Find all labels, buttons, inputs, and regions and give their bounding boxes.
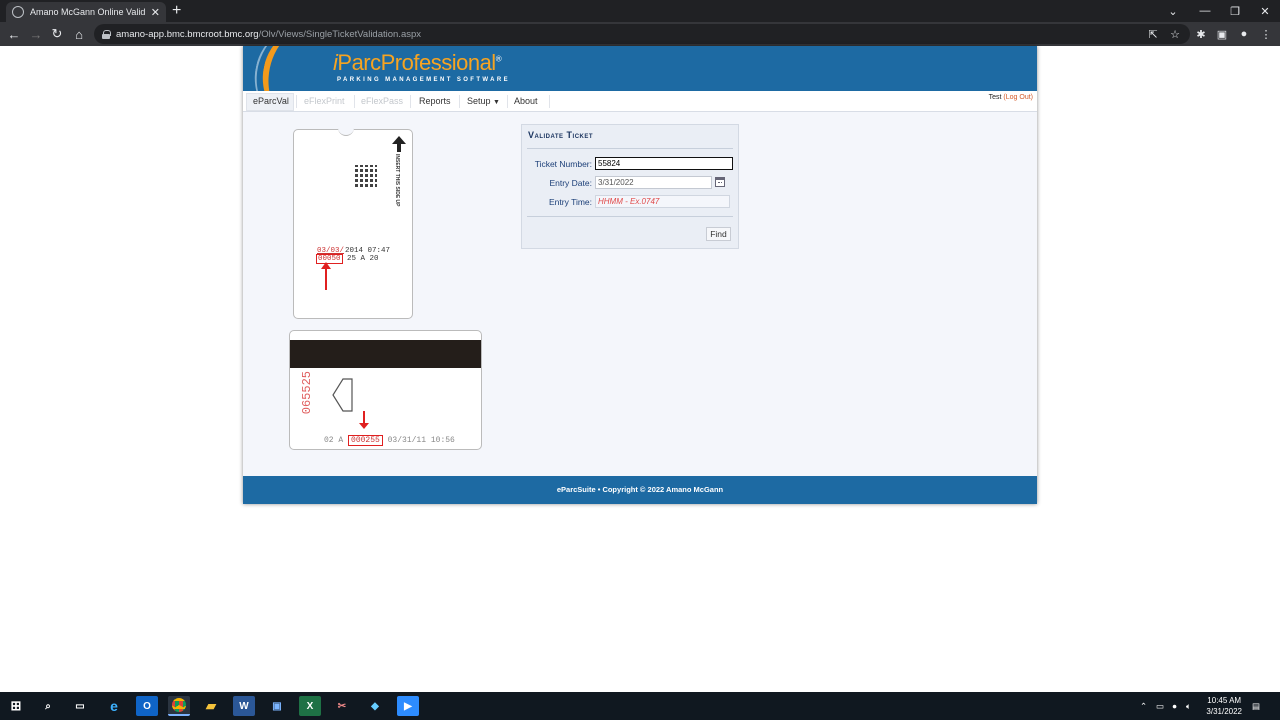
browser-toolbar: ← → ↻ ⌂ amano-app.bmc.bmcroot.bmc.org/Ol… — [0, 22, 1280, 46]
globe-icon — [12, 6, 24, 18]
menu-item-setup[interactable]: Setup ▼ — [467, 96, 500, 106]
logout-link[interactable]: (Log Out) — [1003, 94, 1033, 101]
edge-icon[interactable]: e — [103, 696, 125, 716]
ticket-serial: 065525 — [300, 371, 314, 415]
show-hidden-icons-icon[interactable]: ⌃ — [1140, 692, 1147, 720]
bookmark-star-icon[interactable]: ☆ — [1167, 26, 1183, 42]
search-icon[interactable]: ⌕ — [37, 696, 59, 716]
logo-subtitle: PARKING MANAGEMENT SOFTWARE — [337, 77, 511, 83]
insert-instruction: INSERT THIS SIDE UP — [394, 154, 400, 207]
arrow-up-icon — [392, 136, 406, 144]
ticket-back-image: 065525 02 A 000255 03/31/11 10:56 — [289, 330, 482, 450]
notifications-icon[interactable]: ▤ — [1252, 692, 1260, 720]
back-icon[interactable]: ← — [5, 25, 23, 43]
tab-close-icon[interactable]: ✕ — [151, 6, 160, 19]
menu-divider — [410, 95, 411, 108]
entry-time-label: Entry Time: — [549, 197, 592, 207]
menu-item-eparcval[interactable]: eParcVal — [253, 96, 289, 106]
entry-date-input[interactable]: 3/31/2022 — [595, 176, 712, 189]
find-button[interactable]: Find — [706, 227, 731, 241]
extensions-icon[interactable]: ✱ — [1193, 26, 1209, 42]
menu-divider — [354, 95, 355, 108]
entry-time-input[interactable]: HHMM - Ex.0747 — [595, 195, 730, 208]
outlook-icon[interactable]: O — [136, 696, 158, 716]
snipping-tool-icon[interactable]: ✂ — [331, 696, 353, 716]
menu-divider — [549, 95, 550, 108]
panel-divider — [527, 148, 733, 149]
new-tab-button[interactable]: + — [172, 2, 181, 20]
ticket-front-image: INSERT THIS SIDE UP 03/03/2014 07:47 000… — [293, 128, 413, 319]
excel-icon[interactable]: X — [299, 696, 321, 716]
menu-divider — [296, 95, 297, 108]
entry-date-label: Entry Date: — [549, 178, 592, 188]
validate-ticket-panel: Validate Ticket Ticket Number: 55824 Ent… — [521, 124, 739, 249]
side-panel-icon[interactable]: ▣ — [1214, 26, 1230, 42]
network-icon[interactable]: ▭ — [1156, 692, 1164, 720]
url-text: amano-app.bmc.bmcroot.bmc.org/Olv/Views/… — [116, 28, 422, 40]
menu-divider — [507, 95, 508, 108]
lock-icon — [102, 29, 111, 39]
chrome-icon[interactable] — [168, 696, 190, 716]
browser-tab[interactable]: Amano McGann Online Validatio ✕ — [6, 2, 166, 22]
red-arrow-up-icon — [321, 262, 331, 290]
restore-button[interactable]: ❐ — [1220, 0, 1250, 22]
menu-item-eflexprint: eFlexPrint — [304, 96, 345, 106]
ticket-number-label: Ticket Number: — [534, 159, 592, 169]
menu-item-about[interactable]: About — [514, 96, 538, 106]
task-view-icon[interactable]: ▭ — [69, 696, 91, 716]
user-info: Test (Log Out) — [989, 94, 1033, 101]
red-arrow-down-icon — [359, 411, 369, 429]
share-icon[interactable]: ⇱ — [1145, 26, 1161, 42]
panel-title: Validate Ticket — [528, 130, 594, 140]
windows-start-icon[interactable]: ⊞ — [5, 696, 27, 716]
calendar-icon[interactable] — [715, 177, 725, 187]
ticket-notch — [338, 128, 354, 136]
ticket-number-input[interactable]: 55824 — [595, 157, 733, 170]
tab-title: Amano McGann Online Validatio — [30, 7, 145, 17]
page-viewport: iParcProfessional® PARKING MANAGEMENT SO… — [0, 46, 1280, 692]
menu-divider — [459, 95, 460, 108]
magnetic-stripe — [290, 340, 481, 368]
minimize-button[interactable]: — — [1190, 0, 1220, 22]
volume-icon[interactable]: 🔈︎ — [1186, 692, 1191, 720]
profile-icon[interactable]: ● — [1236, 26, 1252, 42]
browser-tab-strip: Amano McGann Online Validatio ✕ + ⌄ — ❐ … — [0, 0, 1280, 22]
home-icon[interactable]: ⌂ — [70, 25, 88, 43]
insert-arrow-icon — [332, 378, 353, 412]
tab-search-icon[interactable]: ⌄ — [1158, 0, 1188, 22]
reload-icon[interactable]: ↻ — [48, 25, 66, 43]
panel-divider — [527, 216, 733, 217]
arrow-up-stem — [397, 144, 401, 152]
menu-icon[interactable]: ⋮ — [1258, 26, 1274, 42]
file-explorer-icon[interactable]: ▰ — [200, 696, 222, 716]
qr-code-pattern — [355, 165, 377, 187]
chevron-down-icon: ▼ — [493, 99, 500, 106]
app-logo: iParcProfessional® — [333, 50, 502, 75]
username: Test — [988, 94, 1002, 101]
app-footer: eParcSuite • Copyright © 2022 Amano McGa… — [243, 476, 1037, 504]
clock-date: 3/31/2022 — [1206, 707, 1242, 716]
remote-desktop-icon[interactable]: ▣ — [266, 696, 288, 716]
zoom-icon[interactable]: ▶ — [397, 696, 419, 716]
close-window-button[interactable]: ✕ — [1250, 0, 1280, 22]
menu-item-reports[interactable]: Reports — [419, 96, 451, 106]
clock-time: 10:45 AM — [1207, 696, 1242, 705]
microphone-icon[interactable]: ● — [1172, 692, 1177, 720]
address-bar[interactable]: amano-app.bmc.bmcroot.bmc.org/Olv/Views/… — [94, 24, 1190, 44]
app-diamond-icon[interactable]: ◆ — [364, 696, 386, 716]
windows-taskbar: ⊞ ⌕ ▭ e O ▰ W ▣ X ✂ ◆ ▶ ⌃ ▭ ● 🔈︎ 10:45 A… — [0, 692, 1280, 720]
menu-item-eflexpass: eFlexPass — [361, 96, 404, 106]
ticket-bottom-line: 02 A 000255 03/31/11 10:56 — [324, 435, 455, 446]
app-banner: iParcProfessional® PARKING MANAGEMENT SO… — [243, 46, 1037, 91]
iparc-app: iParcProfessional® PARKING MANAGEMENT SO… — [243, 46, 1037, 504]
system-clock[interactable]: 10:45 AM 3/31/2022 — [1206, 695, 1242, 717]
forward-icon[interactable]: → — [27, 25, 45, 43]
word-icon[interactable]: W — [233, 696, 255, 716]
main-menu: eParcVal eFlexPrint eFlexPass Reports Se… — [243, 91, 1037, 112]
